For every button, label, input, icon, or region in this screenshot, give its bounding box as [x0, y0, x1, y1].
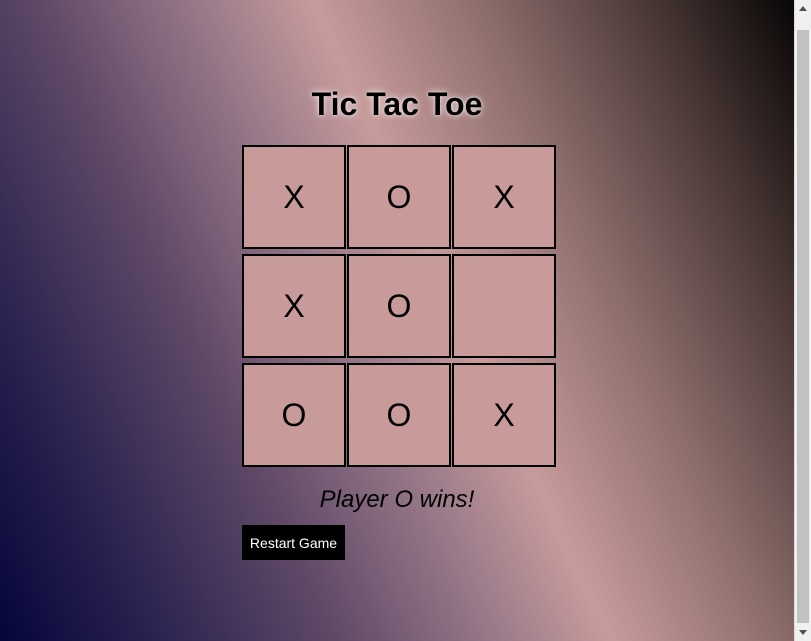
triangle-down-icon	[799, 630, 807, 635]
scroll-down-button[interactable]	[795, 624, 811, 641]
board-cell-8[interactable]: O	[347, 363, 451, 467]
board-cell-4[interactable]: X	[242, 254, 346, 358]
board-cell-1[interactable]: X	[242, 145, 346, 249]
board-cell-9[interactable]: X	[452, 363, 556, 467]
board-cell-7[interactable]: O	[242, 363, 346, 467]
game-status: Player O wins!	[319, 486, 475, 513]
restart-game-button[interactable]: Restart Game	[242, 525, 345, 560]
board-cell-5[interactable]: O	[347, 254, 451, 358]
triangle-up-icon	[799, 6, 807, 11]
scroll-thumb[interactable]	[797, 30, 809, 623]
scroll-up-button[interactable]	[795, 0, 811, 17]
vertical-scrollbar[interactable]	[794, 0, 811, 641]
board-cell-3[interactable]: X	[452, 145, 556, 249]
game-board: X O X X O O O X	[242, 145, 556, 467]
board-cell-2[interactable]: O	[347, 145, 451, 249]
board-cell-6[interactable]	[452, 254, 556, 358]
page-title: Tic Tac Toe	[311, 86, 483, 122]
